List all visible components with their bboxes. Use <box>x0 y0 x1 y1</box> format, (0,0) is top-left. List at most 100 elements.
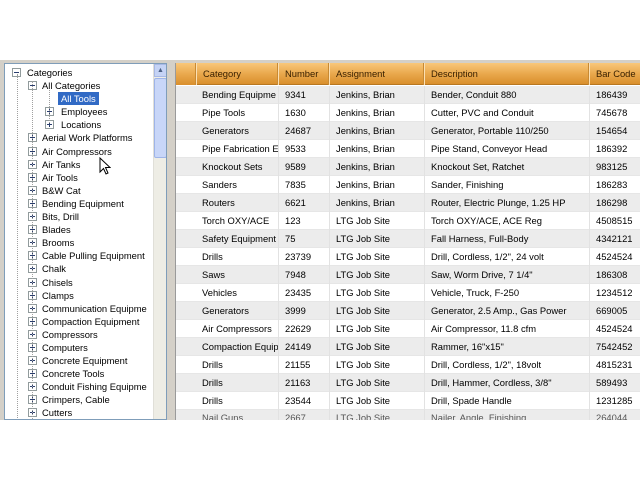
tree-node-category[interactable]: B&W Cat <box>5 184 155 197</box>
tree-node-category[interactable]: Air Compressors <box>5 145 155 158</box>
column-header-bar-code[interactable]: Bar Code <box>589 63 640 85</box>
cell-bar-code: 4524524 <box>589 320 640 338</box>
table-row[interactable]: Pipe Fabrication E 9533 Jenkins, Brian Pipe… <box>176 140 640 158</box>
table-row[interactable]: Torch OXY/ACE 123 LTG Job Site Torch OXY/AC… <box>176 212 640 230</box>
tree-node-category[interactable]: Crimpers, Cable <box>5 393 155 406</box>
cell-assignment: Jenkins, Brian <box>329 176 424 194</box>
tree-node-all-tools[interactable]: All Tools <box>5 92 155 106</box>
cell-description: Sander, Finishing <box>424 176 589 194</box>
tree-node-category[interactable]: Air Tanks <box>5 158 155 171</box>
tree-node-category[interactable]: Blades <box>5 223 155 236</box>
cell-bar-code: 7542452 <box>589 338 640 356</box>
table-row[interactable]: Saws 7948 LTG Job Site Saw, Worm Drive, 7 1… <box>176 266 640 284</box>
table-row[interactable]: Drills 21163 LTG Job Site Drill, Hammer, Co… <box>176 374 640 392</box>
tree-node-category[interactable]: Communication Equipme <box>5 302 155 315</box>
cell-number: 9589 <box>278 158 329 176</box>
cell-assignment: LTG Job Site <box>329 338 424 356</box>
tree-node-category[interactable]: Bits, Drill <box>5 210 155 223</box>
letterbox-top <box>0 0 640 60</box>
tree-node-category[interactable]: Aerial Work Platforms <box>5 131 155 144</box>
cell-assignment: LTG Job Site <box>329 248 424 266</box>
column-header-assignment[interactable]: Assignment <box>329 63 424 85</box>
cell-number: 21163 <box>278 374 329 392</box>
tree-node-category[interactable]: Compaction Equipment <box>5 315 155 328</box>
table-row[interactable]: Generators 3999 LTG Job Site Generator, 2.5… <box>176 302 640 320</box>
tree-scroll-up-button[interactable]: ▲ <box>154 64 166 77</box>
table-row[interactable]: Vehicles 23435 LTG Job Site Vehicle, Truck,… <box>176 284 640 302</box>
tree-node-label: Conduit Fishing Equipme <box>42 381 147 393</box>
cell-category: Torch OXY/ACE <box>202 215 270 226</box>
table-row[interactable]: Drills 23739 LTG Job Site Drill, Cordless, … <box>176 248 640 266</box>
cell-assignment: LTG Job Site <box>329 302 424 320</box>
tree-node-category[interactable]: Chisels <box>5 276 155 289</box>
cell-number: 3999 <box>278 302 329 320</box>
table-row[interactable]: Bending Equipme 9341 Jenkins, Brian Bender,… <box>176 86 640 104</box>
cell-number: 7835 <box>278 176 329 194</box>
tree-node-label: Computers <box>42 341 88 353</box>
tree-node-category[interactable]: Concrete Equipment <box>5 354 155 367</box>
cell-assignment: LTG Job Site <box>329 212 424 230</box>
table-row[interactable]: Knockout Sets 9589 Jenkins, Brian Knockout … <box>176 158 640 176</box>
column-header-number[interactable]: Number <box>278 63 329 85</box>
cell-bar-code: 264044 <box>589 410 640 420</box>
tree-node-category[interactable]: Cable Pulling Equipment <box>5 249 155 262</box>
cell-number: 24687 <box>278 122 329 140</box>
table-row[interactable]: Pipe Tools 1630 Jenkins, Brian Cutter, PVC … <box>176 104 640 122</box>
tree-node-label: Cable Pulling Equipment <box>42 250 145 262</box>
tree-node-label: Compressors <box>42 328 98 340</box>
tree-node-category[interactable]: Concrete Tools <box>5 367 155 380</box>
tree-node-category[interactable]: Air Tools <box>5 171 155 184</box>
table-row[interactable]: Nail Guns 2667 LTG Job Site Nailer, Angle, … <box>176 410 640 420</box>
tree-node-label: Concrete Equipment <box>42 355 128 367</box>
tree-node-label: Air Tools <box>42 171 78 183</box>
tree-node-category[interactable]: Bending Equipment <box>5 197 155 210</box>
category-tree: Categories All Categories All Tools Employe… <box>5 66 155 419</box>
app-window: Categories All Categories All Tools Employe… <box>0 60 640 420</box>
tree-node-category[interactable]: Compressors <box>5 328 155 341</box>
tree-scroll-thumb[interactable] <box>154 78 166 158</box>
column-header-category[interactable]: Category <box>196 63 278 85</box>
tree-node-label: Blades <box>42 224 71 236</box>
table-row[interactable]: Air Compressors 22629 LTG Job Site Air Comp… <box>176 320 640 338</box>
cell-category: Vehicles <box>202 287 237 298</box>
table-row[interactable]: Routers 6621 Jenkins, Brian Router, Electri… <box>176 194 640 212</box>
cell-bar-code: 4342121 <box>589 230 640 248</box>
table-row[interactable]: Safety Equipment 75 LTG Job Site Fall Harne… <box>176 230 640 248</box>
letterbox-bottom <box>0 420 640 480</box>
tree-node-category[interactable]: Chalk <box>5 262 155 275</box>
cell-bar-code: 1234512 <box>589 284 640 302</box>
cell-number: 6621 <box>278 194 329 212</box>
tree-node-label: Employees <box>61 106 108 118</box>
cell-assignment: LTG Job Site <box>329 266 424 284</box>
table-row[interactable]: Generators 24687 Jenkins, Brian Generator, … <box>176 122 640 140</box>
tree-node-categories[interactable]: Categories <box>5 66 155 79</box>
cell-number: 1630 <box>278 104 329 122</box>
tree-node-label: Concrete Tools <box>42 368 105 380</box>
tree-node-label: Brooms <box>42 237 75 249</box>
tree-node-all-categories[interactable]: All Categories <box>5 79 155 92</box>
cell-category: Nail Guns <box>202 412 244 420</box>
table-row[interactable]: Compaction Equip 24149 LTG Job Site Rammer,… <box>176 338 640 356</box>
tree-node-label: Chisels <box>42 276 73 288</box>
table-row[interactable]: Drills 23544 LTG Job Site Drill, Spade Hand… <box>176 392 640 410</box>
tree-node-category[interactable]: Brooms <box>5 236 155 249</box>
tree-node-category[interactable]: Cutters <box>5 406 155 419</box>
tree-scrollbar[interactable]: ▲ <box>153 64 166 419</box>
column-header-description[interactable]: Description <box>424 63 589 85</box>
cell-assignment: Jenkins, Brian <box>329 158 424 176</box>
tree-node-label: Locations <box>61 119 102 131</box>
tree-node-label: All Categories <box>42 80 101 92</box>
tree-node-category[interactable]: Clamps <box>5 289 155 302</box>
tree-node-category[interactable]: Computers <box>5 341 155 354</box>
cell-category: Drills <box>202 395 223 406</box>
tree-node-label: Categories <box>27 67 73 78</box>
cell-number: 75 <box>278 230 329 248</box>
table-row[interactable]: Drills 21155 LTG Job Site Drill, Cordless, … <box>176 356 640 374</box>
cell-bar-code: 745678 <box>589 104 640 122</box>
tree-node-label: Air Tanks <box>42 158 81 170</box>
table-row[interactable]: Sanders 7835 Jenkins, Brian Sander, Finishi… <box>176 176 640 194</box>
tree-connector-line <box>49 90 50 123</box>
tree-node-employees[interactable]: Employees <box>5 105 155 118</box>
tree-node-locations[interactable]: Locations <box>5 118 155 131</box>
tree-node-category[interactable]: Conduit Fishing Equipme <box>5 380 155 393</box>
